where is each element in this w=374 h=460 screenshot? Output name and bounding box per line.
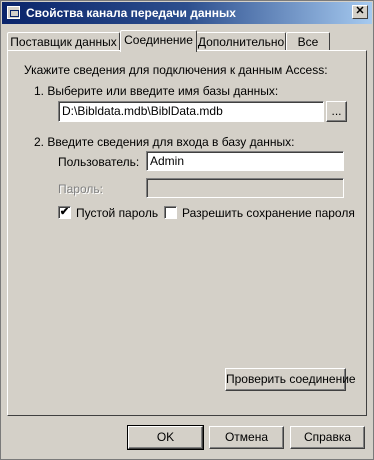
ok-button[interactable]: OK [127, 425, 204, 450]
tab-provider[interactable]: Поставщик данных [7, 32, 120, 51]
blank-password-checkbox[interactable]: ✔ [58, 206, 71, 219]
test-connection-button[interactable]: Проверить соединение [225, 368, 356, 391]
password-label: Пароль: [58, 182, 103, 196]
allow-save-password-checkbox[interactable] [164, 206, 177, 219]
title-bar: Свойства канала передачи данных ✕ [2, 2, 372, 24]
step1-label: 1. Выберите или введите имя базы данных: [34, 84, 279, 98]
user-label: Пользователь: [58, 155, 140, 169]
dialog-window: Свойства канала передачи данных ✕ Постав… [0, 0, 374, 460]
step2-label: 2. Введите сведения для входа в базу дан… [34, 135, 295, 149]
connection-panel: Укажите сведения для подключения к данны… [7, 50, 367, 416]
tab-advanced[interactable]: Дополнительно [196, 32, 286, 51]
intro-text: Укажите сведения для подключения к данны… [24, 63, 328, 77]
database-path-input[interactable]: D:\Bibldata.mdb\BiblData.mdb [58, 101, 324, 122]
password-input[interactable] [146, 178, 344, 198]
window-title: Свойства канала передачи данных [26, 6, 236, 20]
tab-all[interactable]: Все [286, 32, 330, 51]
browse-button[interactable]: ... [326, 101, 347, 122]
allow-save-password-label: Разрешить сохранение пароля [182, 206, 355, 220]
username-input[interactable]: Admin [146, 151, 344, 171]
close-button[interactable]: ✕ [352, 5, 368, 19]
window-icon [7, 6, 20, 19]
help-button[interactable]: Справка [290, 426, 365, 449]
cancel-button[interactable]: Отмена [209, 426, 284, 449]
blank-password-label: Пустой пароль [76, 206, 159, 220]
tab-connection[interactable]: Соединение [120, 30, 197, 52]
